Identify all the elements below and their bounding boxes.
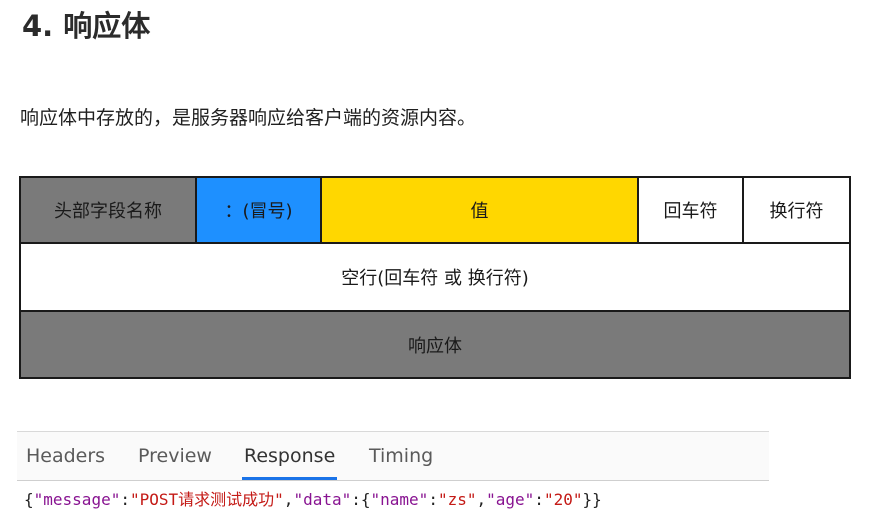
json-key-name: "name" xyxy=(370,490,429,509)
line-feed-cell: 换行符 xyxy=(744,178,849,242)
devtools-panel: Headers Preview Response Timing {"messag… xyxy=(17,431,769,518)
tab-preview[interactable]: Preview xyxy=(136,432,214,480)
tab-response[interactable]: Response xyxy=(242,432,338,480)
tab-headers[interactable]: Headers xyxy=(24,432,107,480)
json-colon: : xyxy=(428,490,438,509)
colon-cell: ：(冒号) xyxy=(197,178,322,242)
page: 4. 响应体 响应体中存放的，是服务器响应给客户端的资源内容。 头部字段名称 ：… xyxy=(0,0,871,518)
response-json-text: {"message":"POST请求测试成功","data":{"name":"… xyxy=(24,487,602,513)
json-value-message: "POST请求测试成功" xyxy=(129,490,284,509)
json-value-name: "zs" xyxy=(437,490,477,509)
carriage-return-cell: 回车符 xyxy=(639,178,744,242)
response-structure-diagram: 头部字段名称 ：(冒号) 值 回车符 换行符 空行(回车符 或 换行符) 响应体 xyxy=(19,176,851,379)
blank-line-row: 空行(回车符 或 换行符) xyxy=(21,244,849,312)
json-key-age: "age" xyxy=(486,490,535,509)
json-comma: , xyxy=(476,490,487,509)
json-comma: , xyxy=(283,490,294,509)
response-body-row: 响应体 xyxy=(21,312,849,377)
json-close-braces: }} xyxy=(582,490,602,509)
json-colon: : xyxy=(120,490,130,509)
devtools-tab-bar: Headers Preview Response Timing xyxy=(17,432,769,481)
description-paragraph: 响应体中存放的，是服务器响应给客户端的资源内容。 xyxy=(20,107,477,129)
json-colon: : xyxy=(351,490,361,509)
json-key-message: "message" xyxy=(33,490,121,509)
header-field-row: 头部字段名称 ：(冒号) 值 回车符 换行符 xyxy=(21,178,849,244)
section-heading: 4. 响应体 xyxy=(22,9,151,43)
header-field-name-cell: 头部字段名称 xyxy=(21,178,197,242)
json-value-age: "20" xyxy=(543,490,583,509)
json-open-brace: { xyxy=(360,490,371,509)
value-cell: 值 xyxy=(322,178,639,242)
json-open-brace: { xyxy=(24,490,34,509)
json-key-data: "data" xyxy=(293,490,352,509)
json-colon: : xyxy=(534,490,544,509)
tab-timing[interactable]: Timing xyxy=(367,432,435,480)
